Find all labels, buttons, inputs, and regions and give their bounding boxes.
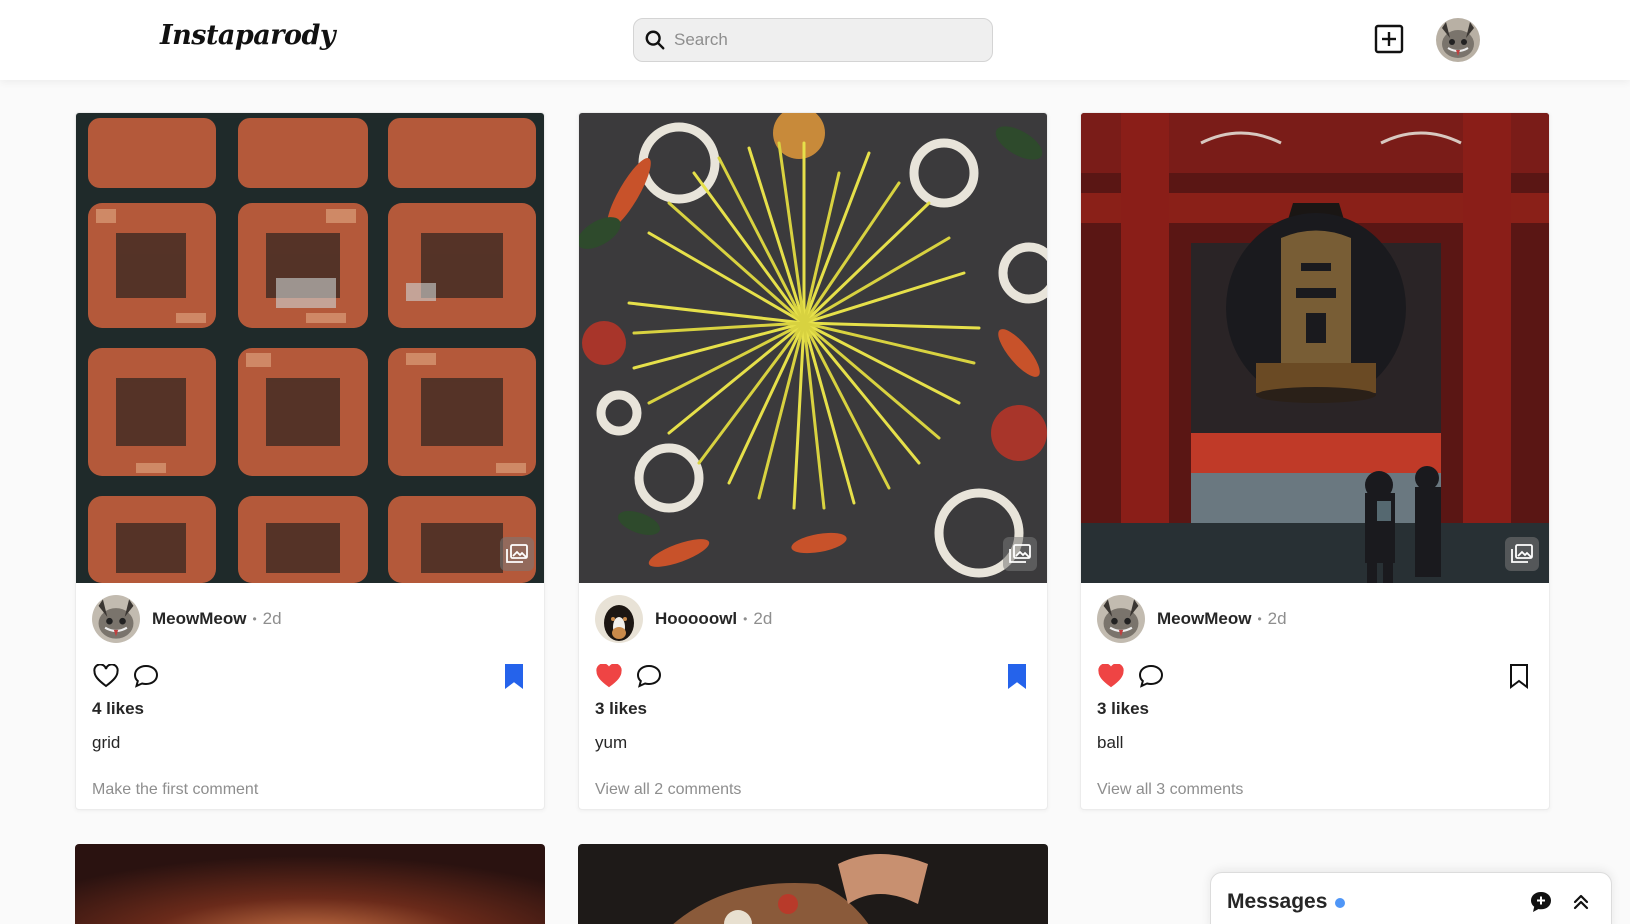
bookmark-outline-icon	[1510, 664, 1528, 689]
likes-count[interactable]: 4 likes	[92, 699, 528, 719]
post-image-partial[interactable]	[75, 844, 545, 924]
post-age: 2d	[262, 609, 282, 628]
bookmark-filled-icon	[1008, 664, 1026, 689]
comment-icon	[1138, 664, 1164, 688]
heart-outline-icon	[93, 664, 119, 688]
messages-dock[interactable]: Messages	[1210, 872, 1612, 924]
plus-square-icon	[1374, 24, 1404, 54]
post-image[interactable]	[76, 113, 544, 583]
post-image[interactable]	[1081, 113, 1549, 583]
comment-button[interactable]	[635, 662, 663, 690]
gallery-icon	[500, 537, 534, 571]
comments-link[interactable]: Make the first comment	[92, 781, 528, 799]
likes-count[interactable]: 3 likes	[595, 699, 1031, 719]
comment-icon	[636, 664, 662, 688]
unread-indicator	[1335, 898, 1346, 908]
separator-dot: •	[743, 612, 748, 626]
author-name[interactable]: MeowMeow	[152, 609, 246, 629]
post-age: 2d	[1267, 609, 1287, 628]
gallery-icon	[1003, 537, 1037, 571]
separator-dot: •	[1257, 612, 1262, 626]
comment-button[interactable]	[132, 662, 160, 690]
author-avatar[interactable]	[92, 595, 140, 643]
comments-link[interactable]: View all 3 comments	[1097, 781, 1533, 799]
search-bar[interactable]	[633, 18, 993, 62]
like-button[interactable]	[595, 662, 623, 690]
author-name[interactable]: Hooooowl	[655, 609, 737, 629]
chevrons-up-icon	[1573, 894, 1589, 910]
likes-count[interactable]: 3 likes	[1097, 699, 1533, 719]
app-logo[interactable]: Instaparody	[160, 20, 336, 51]
author-name[interactable]: MeowMeow	[1157, 609, 1251, 629]
search-input[interactable]	[674, 30, 974, 50]
gallery-icon	[1505, 537, 1539, 571]
like-button[interactable]	[1097, 662, 1125, 690]
post-caption: ball	[1097, 733, 1124, 752]
comments-link[interactable]: View all 2 comments	[595, 781, 1031, 799]
author-avatar[interactable]	[1097, 595, 1145, 643]
separator-dot: •	[252, 612, 257, 626]
post-image[interactable]	[579, 113, 1047, 583]
save-button[interactable]	[1505, 662, 1533, 690]
post-caption: grid	[92, 733, 121, 752]
post-age: 2d	[753, 609, 773, 628]
heart-filled-icon	[596, 664, 622, 688]
post-image-partial[interactable]	[578, 844, 1048, 924]
user-avatar[interactable]	[1436, 18, 1480, 62]
save-button[interactable]	[500, 662, 528, 690]
messages-title[interactable]: Messages	[1227, 890, 1327, 914]
bookmark-filled-icon	[505, 664, 523, 689]
post-caption: yum	[595, 733, 628, 752]
create-post-button[interactable]	[1374, 24, 1404, 54]
new-message-icon	[1531, 892, 1551, 912]
like-button[interactable]	[92, 662, 120, 690]
author-avatar[interactable]	[595, 595, 643, 643]
post-card: Hooooowl • 2d 3 likes yum View all 2 com…	[578, 112, 1048, 810]
post-card: MeowMeow • 2d 4 likes grid Make the firs…	[75, 112, 545, 810]
save-button[interactable]	[1003, 662, 1031, 690]
top-navbar: Instaparody	[0, 0, 1630, 80]
heart-filled-icon	[1098, 664, 1124, 688]
comment-button[interactable]	[1137, 662, 1165, 690]
post-card: MeowMeow • 2d 3 likes ball View all 3 co…	[1080, 112, 1550, 810]
expand-messages-button[interactable]	[1567, 888, 1595, 916]
comment-icon	[133, 664, 159, 688]
search-icon	[645, 30, 665, 50]
new-message-button[interactable]	[1527, 888, 1555, 916]
